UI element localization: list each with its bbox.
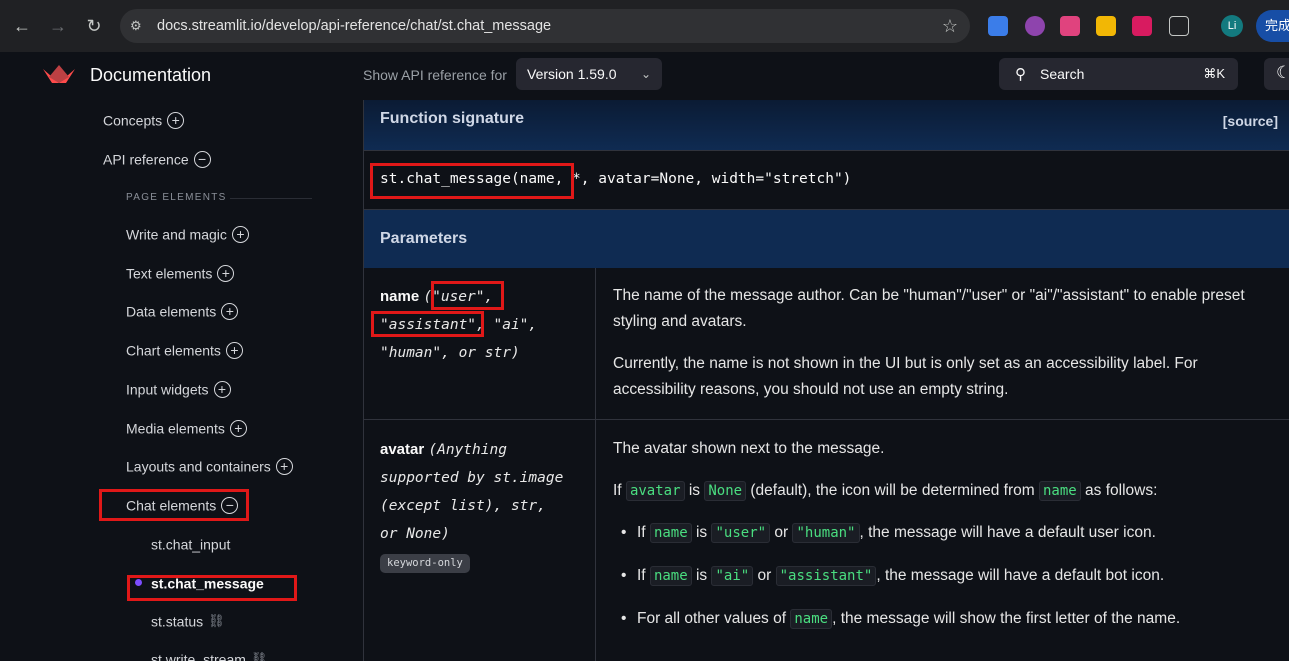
- search-shortcut: ⌘K: [1203, 66, 1225, 81]
- highlight-box: [99, 489, 249, 521]
- parameters-title: Parameters: [380, 230, 468, 247]
- reload-icon[interactable]: ↻: [82, 14, 106, 38]
- parameter-name-cell: avatar (Anything supported by st.image (…: [364, 420, 596, 661]
- site-settings-icon[interactable]: ⚙: [130, 18, 146, 34]
- parameter-description: The avatar shown next to the message. If…: [613, 436, 1283, 649]
- bookmark-star-icon[interactable]: ☆: [942, 16, 958, 37]
- main-content: Function signature [source] st.chat_mess…: [363, 100, 1289, 661]
- source-link[interactable]: [source]: [1223, 113, 1278, 129]
- list-item: If name is "user" or "human", the messag…: [613, 520, 1283, 546]
- avatar-default-rule: If avatar is None (default), the icon wi…: [613, 481, 1158, 501]
- parameter-row-name: name ("user", "assistant", "ai", "human"…: [364, 268, 1289, 420]
- parameter-description: The name of the message author. Can be "…: [613, 287, 1245, 398]
- search-button[interactable]: ⚲ Search ⌘K: [999, 58, 1238, 90]
- extension-icon[interactable]: [1132, 16, 1152, 36]
- collapse-minus-icon[interactable]: −: [193, 150, 211, 168]
- highlight-box: [371, 311, 484, 337]
- sidebar: Concepts + API reference − PAGE ELEMENTS W…: [0, 100, 363, 661]
- highlight-box: [127, 575, 297, 601]
- sidebar-item-api-reference[interactable]: API reference −: [103, 150, 211, 168]
- back-icon[interactable]: ←: [10, 14, 34, 38]
- sidebar-item-concepts[interactable]: Concepts +: [103, 111, 185, 129]
- version-select[interactable]: Version 1.59.0 ⌄: [516, 58, 662, 90]
- site-title[interactable]: Documentation: [90, 65, 211, 86]
- sidebar-item-data-elements[interactable]: Data elements +: [126, 302, 239, 320]
- sidebar-item-write-and-magic[interactable]: Write and magic +: [126, 225, 249, 243]
- chevron-down-icon: ⌄: [640, 67, 651, 81]
- forward-icon[interactable]: →: [46, 14, 70, 38]
- theme-toggle-button[interactable]: ☾: [1264, 58, 1289, 90]
- parameter-signature: avatar (Anything supported by st.image (…: [380, 436, 580, 575]
- expand-plus-icon[interactable]: +: [275, 457, 293, 475]
- list-item: If name is "ai" or "assistant", the mess…: [613, 563, 1283, 589]
- extension-icon[interactable]: [1096, 16, 1116, 36]
- extension-icon[interactable]: [988, 16, 1008, 36]
- function-signature-row: st.chat_message(name, *, avatar=None, wi…: [364, 150, 1289, 210]
- url-text: docs.streamlit.io/develop/api-reference/…: [157, 18, 552, 34]
- link-icon: ⛓: [208, 613, 225, 629]
- link-icon: ⛓: [250, 651, 268, 661]
- keyword-only-badge: keyword-only: [380, 554, 470, 573]
- function-signature-header: Function signature [source]: [364, 100, 1289, 150]
- sidebar-item-text-elements[interactable]: Text elements +: [126, 264, 235, 282]
- sidebar-item-input-widgets[interactable]: Input widgets +: [126, 380, 231, 398]
- sidebar-section-heading: PAGE ELEMENTS: [126, 192, 227, 203]
- streamlit-logo-icon[interactable]: [43, 65, 75, 85]
- browser-toolbar: ← → ↻ ⚙ docs.streamlit.io/develop/api-re…: [0, 0, 1289, 52]
- expand-plus-icon[interactable]: +: [213, 380, 231, 398]
- extension-icon[interactable]: [1060, 16, 1080, 36]
- api-version-label: Show API reference for: [363, 67, 507, 83]
- expand-plus-icon[interactable]: +: [167, 111, 185, 129]
- function-signature-title: Function signature: [380, 110, 524, 127]
- address-bar[interactable]: ⚙ docs.streamlit.io/develop/api-referenc…: [120, 9, 970, 43]
- profile-avatar[interactable]: Li: [1221, 15, 1243, 37]
- expand-plus-icon[interactable]: +: [225, 341, 243, 359]
- version-value: Version 1.59.0: [527, 66, 617, 82]
- sidebar-item-st-write-stream[interactable]: st.write_stream ⛓: [151, 650, 267, 661]
- highlight-box: [370, 163, 574, 199]
- expand-plus-icon[interactable]: +: [217, 264, 235, 282]
- site-header: Documentation Show API reference for Ver…: [0, 52, 1289, 100]
- sidebar-item-media-elements[interactable]: Media elements +: [126, 419, 247, 437]
- highlight-box: [431, 281, 504, 310]
- search-icon: ⚲: [1015, 66, 1026, 83]
- complete-button[interactable]: 完成: [1256, 10, 1289, 42]
- list-item: For all other values of name, the messag…: [613, 606, 1283, 632]
- expand-plus-icon[interactable]: +: [229, 419, 247, 437]
- expand-plus-icon[interactable]: +: [231, 225, 249, 243]
- sidebar-item-st-status[interactable]: st.status ⛓: [151, 612, 225, 629]
- parameter-name-cell: name ("user", "assistant", "ai", "human"…: [364, 268, 596, 419]
- extension-icon[interactable]: [1025, 16, 1045, 36]
- search-label: Search: [1040, 66, 1085, 82]
- parameter-row-avatar: avatar (Anything supported by st.image (…: [364, 420, 1289, 661]
- moon-icon: ☾: [1276, 63, 1289, 82]
- extensions-puzzle-icon[interactable]: [1169, 16, 1189, 36]
- avatar-rules-list: If name is "user" or "human", the messag…: [613, 520, 1283, 632]
- parameters-header: Parameters: [364, 210, 1289, 268]
- divider: [230, 198, 312, 199]
- sidebar-item-layouts-and-containers[interactable]: Layouts and containers +: [126, 457, 293, 475]
- sidebar-item-chart-elements[interactable]: Chart elements +: [126, 341, 243, 359]
- sidebar-item-st-chat-input[interactable]: st.chat_input: [151, 535, 230, 552]
- expand-plus-icon[interactable]: +: [221, 302, 239, 320]
